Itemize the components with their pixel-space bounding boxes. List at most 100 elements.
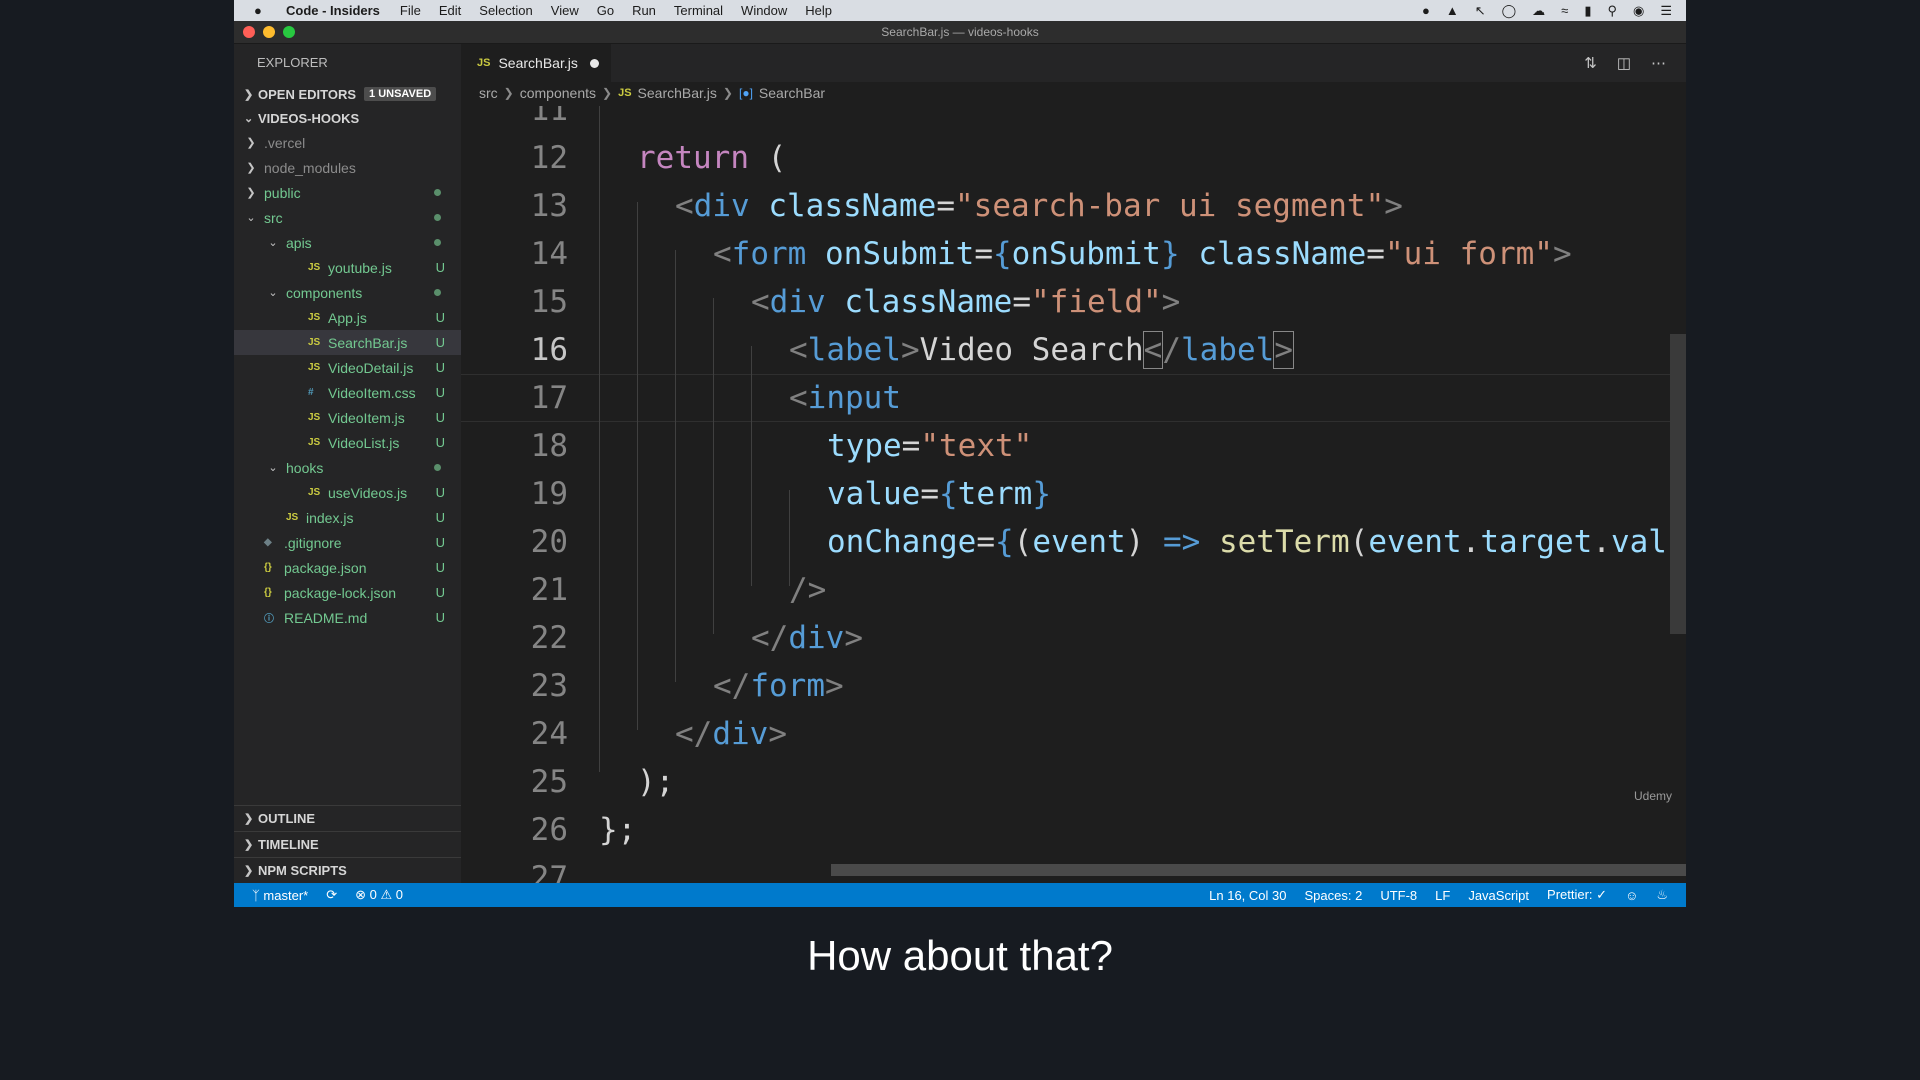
tree-item[interactable]: ⌄ apis	[234, 230, 461, 255]
untracked-status: U	[435, 435, 445, 450]
tree-item[interactable]: ⌄ hooks	[234, 455, 461, 480]
project-folder-section[interactable]: ⌄ VIDEOS-HOOKS	[234, 106, 461, 130]
menu-run[interactable]: Run	[632, 3, 656, 18]
menu-terminal[interactable]: Terminal	[674, 3, 723, 18]
code-line[interactable]: 22 </div>	[461, 614, 1686, 662]
feedback-icon[interactable]: ☺	[1625, 888, 1638, 903]
explorer-header: EXPLORER	[257, 55, 328, 70]
encoding[interactable]: UTF-8	[1380, 888, 1417, 903]
tree-item[interactable]: ❯ public	[234, 180, 461, 205]
tree-item[interactable]: ⓘ README.md U	[234, 605, 461, 630]
code-line[interactable]: 19 value={term}	[461, 470, 1686, 518]
css-file-icon: #	[308, 387, 314, 398]
record-icon[interactable]: ●	[1422, 3, 1430, 18]
tab-searchbar-js[interactable]: JS SearchBar.js	[461, 44, 611, 82]
code-token: (	[748, 140, 787, 176]
timeline-section[interactable]: ❯ TIMELINE	[234, 831, 461, 857]
tree-item[interactable]: # VideoItem.css U	[234, 380, 461, 405]
control-center-icon[interactable]: ☰	[1660, 3, 1672, 19]
sync-icon[interactable]: ⟳	[326, 887, 337, 903]
code-line[interactable]: 24 </div>	[461, 710, 1686, 758]
apple-icon[interactable]: ●	[254, 3, 272, 18]
code-line[interactable]: 15 <div className="field">	[461, 278, 1686, 326]
language-mode[interactable]: JavaScript	[1468, 888, 1529, 903]
tree-item-label: VideoDetail.js	[328, 359, 414, 376]
more-actions-icon[interactable]: ⋯	[1651, 54, 1666, 72]
indentation[interactable]: Spaces: 2	[1304, 888, 1362, 903]
breadcrumb-src[interactable]: src	[479, 85, 498, 101]
menu-edit[interactable]: Edit	[439, 3, 461, 18]
code-line[interactable]: 18 type="text"	[461, 422, 1686, 470]
code-line[interactable]: 12 return (	[461, 134, 1686, 182]
code-line[interactable]: 25);	[461, 758, 1686, 806]
spotlight-search-icon[interactable]: ⚲	[1607, 3, 1617, 19]
tree-item[interactable]: ❯ node_modules	[234, 155, 461, 180]
split-editor-icon[interactable]: ◫	[1617, 54, 1631, 72]
untracked-status: U	[435, 310, 445, 325]
menu-go[interactable]: Go	[597, 3, 614, 18]
tree-item[interactable]: JS VideoList.js U	[234, 430, 461, 455]
notifications-bell-icon[interactable]: ♨	[1656, 887, 1668, 903]
git-branch[interactable]: ᛉ master*	[252, 888, 308, 903]
open-changes-icon[interactable]: ⇅	[1584, 54, 1597, 72]
tree-item[interactable]: JS youtube.js U	[234, 255, 461, 280]
glasses-icon[interactable]: ◯	[1502, 3, 1517, 19]
tree-item[interactable]: JS VideoItem.js U	[234, 405, 461, 430]
tree-item-label: youtube.js	[328, 259, 392, 276]
code-line[interactable]: 13 <div className="search-bar ui segment"…	[461, 182, 1686, 230]
breadcrumb-symbol[interactable]: SearchBar	[759, 85, 825, 101]
tree-item[interactable]: {} package-lock.json U	[234, 580, 461, 605]
tree-item[interactable]: ⌄ components	[234, 280, 461, 305]
vertical-scrollbar[interactable]	[1670, 334, 1686, 634]
end-of-line[interactable]: LF	[1435, 888, 1450, 903]
cursor-icon[interactable]: ↖	[1475, 3, 1486, 19]
line-content: value={term}	[827, 470, 1051, 518]
code-editor[interactable]: 11 12 return (13 <div className="search-bar…	[461, 106, 1686, 883]
menu-help[interactable]: Help	[805, 3, 832, 18]
horizontal-scrollbar[interactable]	[831, 864, 1686, 876]
docker-icon[interactable]: ▲	[1446, 3, 1459, 18]
open-editors-section[interactable]: ❯ OPEN EDITORS 1 UNSAVED	[234, 82, 461, 106]
code-line[interactable]: 21 />	[461, 566, 1686, 614]
breadcrumb-file[interactable]: SearchBar.js	[638, 85, 717, 101]
code-token: div	[693, 188, 750, 224]
wifi-icon[interactable]: ≈	[1561, 3, 1568, 18]
cloud-icon[interactable]: ☁	[1532, 3, 1545, 19]
menu-selection[interactable]: Selection	[479, 3, 532, 18]
code-line[interactable]: 23 </form>	[461, 662, 1686, 710]
npm-scripts-section[interactable]: ❯ NPM SCRIPTS	[234, 857, 461, 883]
code-line[interactable]: 16 <label>Video Search</label>	[461, 326, 1686, 374]
app-name-menu[interactable]: Code - Insiders	[286, 3, 380, 18]
outline-section[interactable]: ❯ OUTLINE	[234, 805, 461, 831]
menu-file[interactable]: File	[400, 3, 421, 18]
tree-item[interactable]: ⌄ src	[234, 205, 461, 230]
tree-item[interactable]: ❯ .vercel	[234, 130, 461, 155]
code-line[interactable]: 20 onChange={(event) => setTerm(event.tar…	[461, 518, 1686, 566]
code-line[interactable]: 11	[461, 106, 1686, 134]
code-token: };	[599, 812, 637, 848]
code-token: }	[1032, 476, 1051, 512]
tree-item[interactable]: {} package.json U	[234, 555, 461, 580]
code-token: onSubmit	[1011, 236, 1161, 272]
code-token: event	[1032, 524, 1126, 560]
problems-indicator[interactable]: ⊗ 0 ⚠ 0	[355, 887, 403, 903]
code-token: onChange	[827, 524, 977, 560]
tree-item[interactable]: JS useVideos.js U	[234, 480, 461, 505]
line-number: 12	[530, 140, 568, 176]
code-line[interactable]: 17 <input	[461, 374, 1686, 422]
prettier-status[interactable]: Prettier: ✓	[1547, 887, 1607, 903]
siri-icon[interactable]: ◉	[1633, 3, 1644, 19]
cursor-position[interactable]: Ln 16, Col 30	[1209, 888, 1286, 903]
tree-item[interactable]: JS App.js U	[234, 305, 461, 330]
menu-view[interactable]: View	[551, 3, 579, 18]
unsaved-dot-icon[interactable]	[589, 58, 599, 68]
tree-item[interactable]: JS SearchBar.js U	[234, 330, 461, 355]
code-line[interactable]: 14 <form onSubmit={onSubmit} className="u…	[461, 230, 1686, 278]
tree-item[interactable]: ◆ .gitignore U	[234, 530, 461, 555]
tree-item[interactable]: JS VideoDetail.js U	[234, 355, 461, 380]
tree-item[interactable]: JS index.js U	[234, 505, 461, 530]
menu-window[interactable]: Window	[741, 3, 787, 18]
battery-icon[interactable]: ▮	[1584, 3, 1591, 19]
breadcrumb-components[interactable]: components	[520, 85, 596, 101]
code-line[interactable]: 26};	[461, 806, 1686, 854]
